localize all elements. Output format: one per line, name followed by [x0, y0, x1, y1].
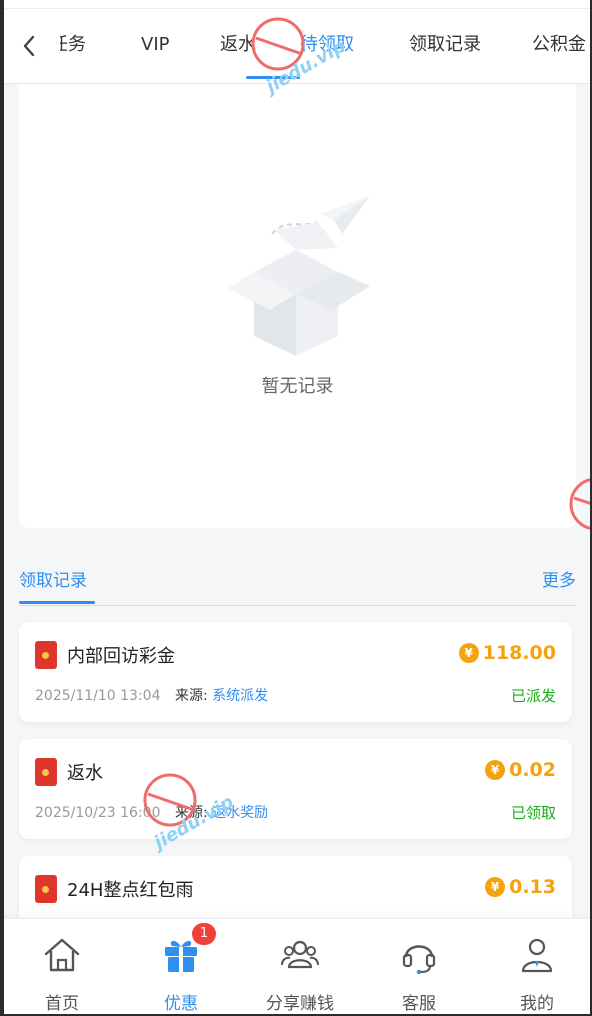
- nav-promotions-label: 优惠: [164, 994, 198, 1014]
- active-tab-indicator: [246, 76, 300, 79]
- record-source: 系统派发: [212, 688, 269, 704]
- chevron-left-icon: [23, 35, 35, 57]
- record-amount: ¥ 0.13: [485, 876, 556, 898]
- tab-tasks[interactable]: 任务: [60, 32, 86, 58]
- record-amount-value: 0.02: [509, 759, 556, 781]
- records-title-underline: [19, 601, 95, 604]
- empty-state-card: 暂无记录: [19, 84, 576, 528]
- promotions-badge: 1: [192, 923, 216, 945]
- nav-mine-label: 我的: [520, 994, 554, 1014]
- record-status: 已派发: [510, 687, 556, 705]
- record-source: 返水奖励: [212, 805, 269, 821]
- nav-mine[interactable]: 我的: [478, 933, 592, 1014]
- more-link[interactable]: 更多: [542, 566, 576, 591]
- nav-share-earn[interactable]: 分享赚钱: [241, 933, 359, 1014]
- nav-support[interactable]: 客服: [360, 933, 478, 1014]
- window-frame-left: [0, 0, 4, 1016]
- bottom-nav: 首页 1 优惠 分享赚钱 客服 我的: [0, 918, 592, 1016]
- record-amount-value: 0.13: [509, 876, 556, 898]
- nav-share-earn-label: 分享赚钱: [266, 994, 334, 1014]
- record-amount: ¥ 0.02: [485, 759, 556, 781]
- top-tab-bar: 任务 VIP 返水 待领取 领取记录 公积金: [0, 0, 592, 84]
- record-source-label: 来源:: [174, 805, 208, 821]
- share-users-icon: [281, 940, 319, 969]
- tab-rebate[interactable]: 返水: [220, 32, 256, 58]
- record-meta: 2025/11/10 13:04 来源: 系统派发: [35, 685, 268, 705]
- empty-state-text: 暂无记录: [261, 376, 334, 397]
- tab-pending[interactable]: 待领取: [300, 32, 354, 58]
- red-envelope-icon: [35, 875, 57, 903]
- nav-home-label: 首页: [45, 994, 79, 1014]
- tab-provident-fund[interactable]: 公积金: [532, 32, 586, 58]
- tab-strip: 任务 VIP 返水 待领取 领取记录 公积金: [60, 0, 592, 84]
- record-amount: ¥ 118.00: [458, 642, 556, 664]
- back-button[interactable]: [14, 30, 44, 62]
- coin-icon: ¥: [458, 643, 479, 663]
- red-envelope-icon: [35, 758, 57, 786]
- red-envelope-icon: [35, 641, 57, 669]
- nav-support-label: 客服: [402, 994, 436, 1014]
- user-icon: [521, 938, 553, 973]
- coin-icon: ¥: [485, 760, 506, 780]
- empty-box-icon: [228, 196, 370, 356]
- record-date: 2025/11/10 13:04: [35, 688, 161, 704]
- coin-icon: ¥: [485, 877, 506, 897]
- record-status: 已领取: [510, 804, 556, 822]
- record-card[interactable]: 内部回访彩金 ¥ 118.00 2025/11/10 13:04 来源: 系统派…: [19, 622, 572, 722]
- nav-promotions[interactable]: 1 优惠: [122, 923, 240, 1014]
- records-title[interactable]: 领取记录: [19, 566, 87, 591]
- record-meta: 2025/10/23 16:00 来源: 返水奖励: [35, 802, 268, 822]
- record-name: 24H整点红包雨: [67, 880, 194, 901]
- nav-home[interactable]: 首页: [3, 933, 121, 1014]
- record-name: 返水: [67, 763, 103, 784]
- record-source-label: 来源:: [174, 688, 208, 704]
- headset-icon: [402, 945, 436, 975]
- tab-claim-records[interactable]: 领取记录: [409, 32, 481, 58]
- record-card[interactable]: 返水 ¥ 0.02 2025/10/23 16:00 来源: 返水奖励 已领取: [19, 739, 572, 839]
- record-amount-value: 118.00: [482, 642, 556, 664]
- tab-vip[interactable]: VIP: [141, 32, 169, 58]
- record-date: 2025/10/23 16:00: [35, 805, 161, 821]
- records-header: 领取记录 更多: [19, 560, 576, 606]
- home-icon: [44, 938, 80, 972]
- record-name: 内部回访彩金: [67, 646, 175, 667]
